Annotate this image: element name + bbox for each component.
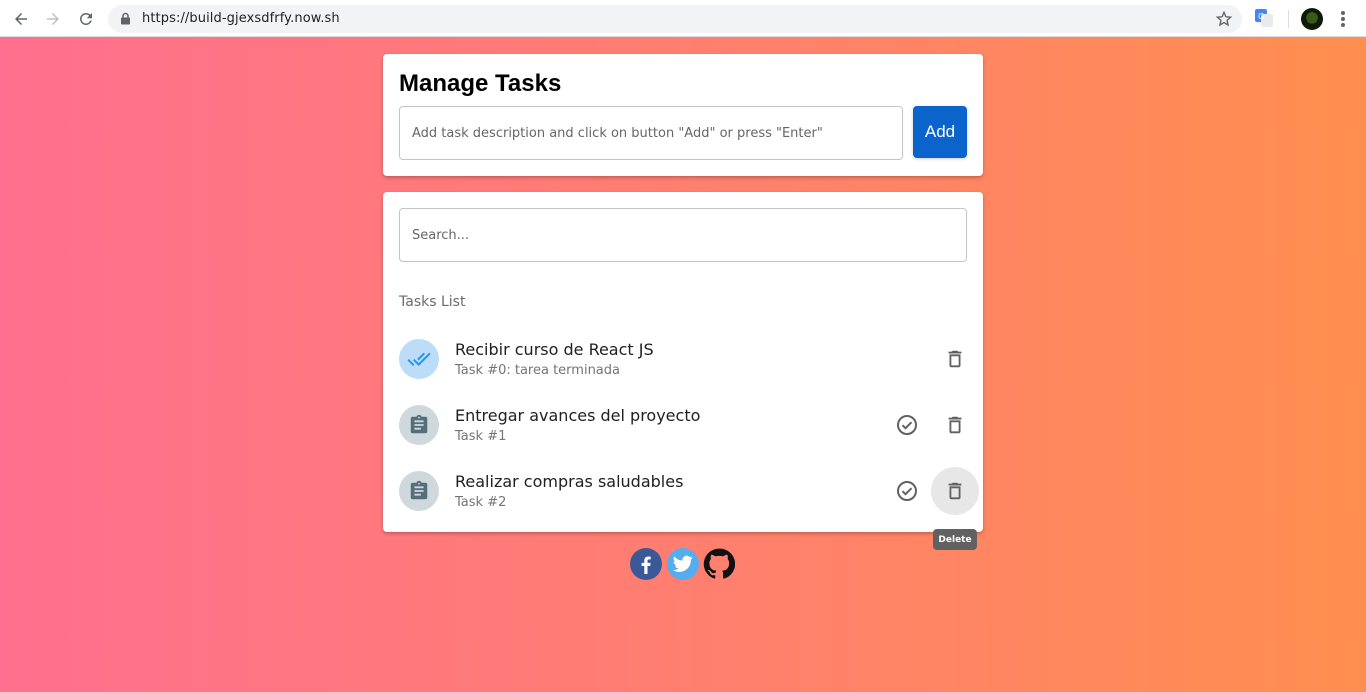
page-title: Manage Tasks — [399, 70, 562, 97]
twitter-icon[interactable] — [667, 548, 699, 580]
task-input-placeholder: Add task description and click on button… — [412, 125, 823, 141]
toolbar-divider — [1288, 10, 1289, 28]
arrow-right-icon — [47, 13, 59, 25]
translate-icon[interactable]: G — [1254, 8, 1274, 33]
github-icon[interactable] — [703, 548, 735, 580]
check-circle-icon — [897, 481, 917, 501]
list-item[interactable]: Entregar avances del proyecto Task #1 — [383, 392, 983, 458]
search-placeholder: Search... — [412, 227, 470, 243]
reload-icon — [79, 12, 92, 25]
back-button[interactable] — [8, 6, 34, 32]
more-vert-icon[interactable] — [1334, 9, 1352, 34]
task-title: Realizar compras saludables — [455, 472, 684, 491]
trash-icon — [948, 416, 962, 434]
task-title: Entregar avances del proyecto — [455, 406, 701, 425]
trash-icon — [948, 350, 962, 368]
profile-avatar[interactable] — [1301, 8, 1323, 30]
list-item[interactable]: Recibir curso de React JS Task #0: tarea… — [383, 326, 983, 392]
task-list-card: Search... Tasks List Recibir curso de Re… — [383, 192, 983, 532]
task-subtitle: Task #0: tarea terminada — [455, 363, 620, 378]
reload-button[interactable] — [73, 6, 99, 32]
add-button[interactable]: Add — [913, 106, 967, 158]
check-circle-icon — [897, 415, 917, 435]
delete-button[interactable] — [931, 401, 979, 449]
arrow-left-icon — [15, 13, 27, 25]
svg-text:G: G — [1258, 12, 1264, 21]
search-input[interactable]: Search... — [399, 208, 967, 262]
task-description-input[interactable]: Add task description and click on button… — [399, 106, 903, 160]
complete-button[interactable] — [883, 467, 931, 515]
add-task-card: Manage Tasks Add task description and cl… — [383, 54, 983, 176]
complete-button[interactable] — [883, 401, 931, 449]
tasks-list-header: Tasks List — [399, 294, 466, 310]
lock-icon — [120, 12, 131, 30]
assignment-icon — [399, 405, 439, 445]
done-all-icon — [399, 339, 439, 379]
forward-button[interactable] — [40, 6, 66, 32]
star-icon[interactable] — [1215, 10, 1233, 32]
task-subtitle: Task #2 — [455, 495, 507, 510]
task-subtitle: Task #1 — [455, 429, 507, 444]
delete-button[interactable] — [931, 335, 979, 383]
list-item[interactable]: Realizar compras saludables Task #2 — [383, 458, 983, 524]
url-text: https://build-gjexsdfrfy.now.sh — [142, 11, 340, 26]
delete-button[interactable] — [931, 467, 979, 515]
task-title: Recibir curso de React JS — [455, 340, 654, 359]
assignment-icon — [399, 471, 439, 511]
facebook-icon[interactable] — [630, 548, 662, 580]
trash-icon — [948, 482, 962, 500]
browser-toolbar: https://build-gjexsdfrfy.now.sh G — [0, 0, 1366, 37]
address-bar[interactable]: https://build-gjexsdfrfy.now.sh — [108, 5, 1242, 33]
delete-tooltip: Delete — [933, 529, 977, 550]
